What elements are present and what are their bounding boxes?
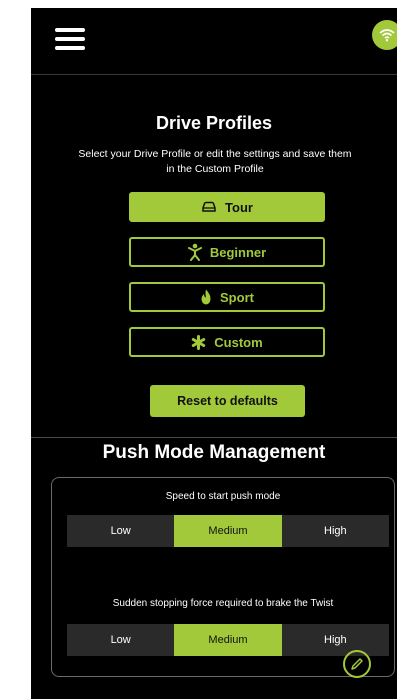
app-screen: Drive Profiles Select your Drive Profile… — [31, 8, 397, 699]
speed-option-medium[interactable]: Medium — [174, 515, 282, 547]
reset-to-defaults-button[interactable]: Reset to defaults — [150, 385, 305, 417]
profile-button-tour[interactable]: Tour — [129, 192, 325, 222]
subtitle-line-2: in the Custom Profile — [166, 163, 264, 175]
subtitle-line-1: Select your Drive Profile or edit the se… — [78, 148, 352, 160]
speed-option-low[interactable]: Low — [67, 515, 174, 547]
drive-profiles-subtitle: Select your Drive Profile or edit the se… — [39, 147, 391, 177]
brake-option-high[interactable]: High — [282, 624, 389, 656]
top-bar — [31, 8, 397, 75]
hamburger-menu-icon[interactable] — [55, 28, 85, 50]
pencil-icon[interactable] — [343, 650, 371, 678]
person-icon — [187, 243, 202, 261]
speed-segmented-control: Low Medium High — [67, 515, 389, 547]
brake-option-low[interactable]: Low — [67, 624, 174, 656]
drive-profiles-title: Drive Profiles — [155, 113, 273, 133]
profile-label: Custom — [214, 334, 263, 350]
brake-force-label: Sudden stopping force required to brake … — [112, 598, 334, 609]
speed-option-high[interactable]: High — [282, 515, 389, 547]
profile-button-custom[interactable]: Custom — [129, 327, 325, 357]
speed-label: Speed to start push mode — [165, 491, 281, 502]
wifi-icon[interactable] — [372, 20, 397, 50]
car-icon — [202, 201, 216, 212]
brake-option-medium[interactable]: Medium — [174, 624, 282, 656]
brake-force-segmented-control: Low Medium High — [67, 624, 389, 656]
profile-label: Sport — [220, 289, 254, 305]
profile-button-sport[interactable]: Sport — [129, 282, 325, 312]
flame-icon — [201, 289, 211, 305]
profile-label: Tour — [225, 199, 253, 215]
push-mode-title: Push Mode Management — [102, 442, 326, 463]
asterisk-icon — [192, 334, 206, 350]
push-mode-card: Speed to start push mode Low Medium High… — [51, 477, 395, 677]
drive-profiles-section: Drive Profiles Select your Drive Profile… — [31, 75, 397, 438]
profile-label: Beginner — [209, 244, 267, 260]
profile-button-beginner[interactable]: Beginner — [129, 237, 325, 267]
